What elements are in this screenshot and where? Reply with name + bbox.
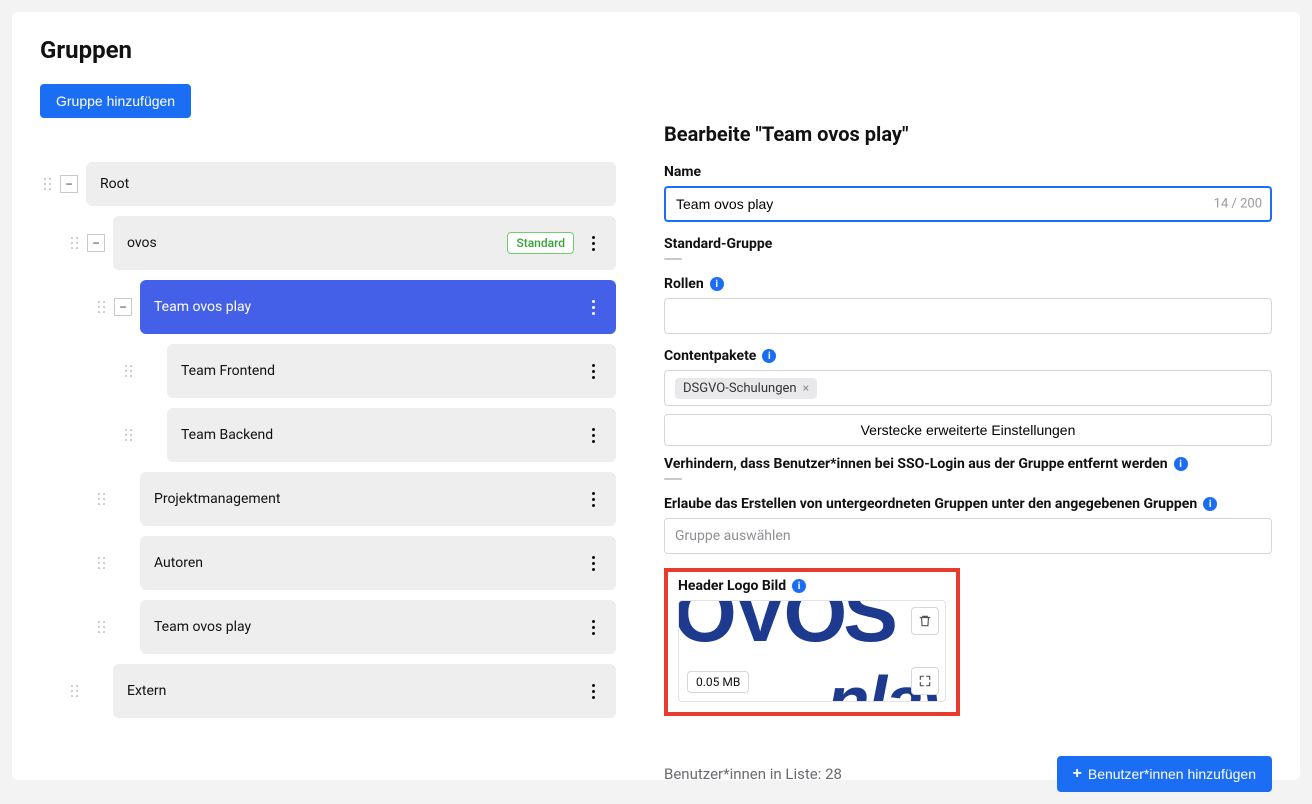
add-group-button[interactable]: Gruppe hinzufügen (40, 84, 191, 118)
group-tree: − Root − ovos Standard (40, 162, 616, 718)
char-count: 14 / 200 (1214, 197, 1262, 212)
tree-node-autoren[interactable]: Autoren (140, 536, 616, 590)
info-icon[interactable]: i (710, 277, 724, 291)
page-title: Gruppen (40, 36, 1272, 64)
collapse-button[interactable]: − (114, 298, 132, 316)
tree-node-team-frontend[interactable]: Team Frontend (167, 344, 616, 398)
header-logo-section: Header Logo Bild i OVOS nlav 0.05 MB (664, 568, 960, 716)
collapse-button[interactable]: − (87, 234, 105, 252)
more-menu-button[interactable] (584, 550, 602, 576)
plus-icon: + (1073, 765, 1082, 783)
tree-node-label: Projektmanagement (154, 491, 280, 507)
tree-node-label: Team Backend (181, 427, 273, 443)
info-icon[interactable]: i (1203, 497, 1217, 511)
info-icon[interactable]: i (792, 579, 806, 593)
delete-image-button[interactable] (911, 607, 939, 635)
more-menu-button[interactable] (584, 230, 602, 256)
info-icon[interactable]: i (1174, 457, 1188, 471)
contentpakete-label: Contentpakete (664, 348, 756, 364)
more-menu-button[interactable] (584, 422, 602, 448)
expand-image-button[interactable] (911, 667, 939, 695)
standard-group-checkbox[interactable] (664, 258, 682, 260)
drag-handle-icon[interactable] (94, 296, 108, 318)
standard-group-label: Standard-Gruppe (664, 236, 1272, 252)
drag-handle-icon[interactable] (40, 173, 54, 195)
drag-handle-icon[interactable] (67, 680, 81, 702)
header-logo-preview: OVOS nlav 0.05 MB (678, 600, 946, 702)
drag-handle-icon[interactable] (121, 360, 135, 382)
standard-badge: Standard (507, 232, 574, 254)
header-logo-label: Header Logo Bild (678, 578, 786, 594)
tree-node-projektmanagement[interactable]: Projektmanagement (140, 472, 616, 526)
tree-node-team-backend[interactable]: Team Backend (167, 408, 616, 462)
edit-panel-title: Bearbeite "Team ovos play" (664, 122, 1272, 146)
user-count-text: Benutzer*innen in Liste: 28 (664, 765, 842, 783)
more-menu-button[interactable] (584, 678, 602, 704)
more-menu-button[interactable] (584, 614, 602, 640)
tree-node-label: ovos (127, 235, 157, 251)
drag-handle-icon[interactable] (94, 616, 108, 638)
drag-handle-icon[interactable] (67, 232, 81, 254)
image-size-badge: 0.05 MB (687, 671, 749, 693)
tag-label: DSGVO-Schulungen (683, 381, 797, 396)
tree-node-label: Team ovos play (154, 299, 251, 315)
name-input[interactable] (664, 186, 1272, 222)
sso-prevent-label: Verhindern, dass Benutzer*innen bei SSO-… (664, 456, 1168, 472)
tree-node-label: Extern (127, 683, 166, 699)
more-menu-button[interactable] (584, 486, 602, 512)
add-users-button[interactable]: + Benutzer*innen hinzufügen (1057, 756, 1272, 792)
tree-node-team-ovos-play[interactable]: Team ovos play (140, 280, 616, 334)
tree-node-label: Autoren (154, 555, 203, 571)
collapse-button[interactable]: − (60, 175, 78, 193)
name-label: Name (664, 164, 1272, 180)
drag-handle-icon[interactable] (121, 424, 135, 446)
tree-node-label: Root (100, 176, 129, 192)
tree-node-team-ovos-play-2[interactable]: Team ovos play (140, 600, 616, 654)
info-icon[interactable]: i (762, 349, 776, 363)
contentpakete-input[interactable]: DSGVO-Schulungen × (664, 370, 1272, 406)
drag-handle-icon[interactable] (94, 488, 108, 510)
roles-label: Rollen (664, 276, 704, 292)
tree-node-label: Team Frontend (181, 363, 275, 379)
allow-subgroups-label: Erlaube das Erstellen von untergeordnete… (664, 496, 1197, 512)
drag-handle-icon[interactable] (94, 552, 108, 574)
tree-node-ovos[interactable]: ovos Standard (113, 216, 616, 270)
sso-prevent-checkbox[interactable] (664, 478, 682, 480)
tree-node-extern[interactable]: Extern (113, 664, 616, 718)
group-select-placeholder: Gruppe auswählen (675, 528, 791, 544)
group-select-input[interactable]: Gruppe auswählen (664, 518, 1272, 554)
more-menu-button[interactable] (584, 358, 602, 384)
hide-extended-settings-button[interactable]: Verstecke erweiterte Einstellungen (664, 414, 1272, 446)
add-users-label: Benutzer*innen hinzufügen (1088, 766, 1256, 782)
roles-input[interactable] (664, 298, 1272, 334)
content-package-tag: DSGVO-Schulungen × (675, 378, 817, 399)
tree-node-root[interactable]: Root (86, 162, 616, 206)
more-menu-button[interactable] (584, 294, 602, 320)
tree-node-label: Team ovos play (154, 619, 251, 635)
remove-tag-icon[interactable]: × (803, 381, 809, 395)
